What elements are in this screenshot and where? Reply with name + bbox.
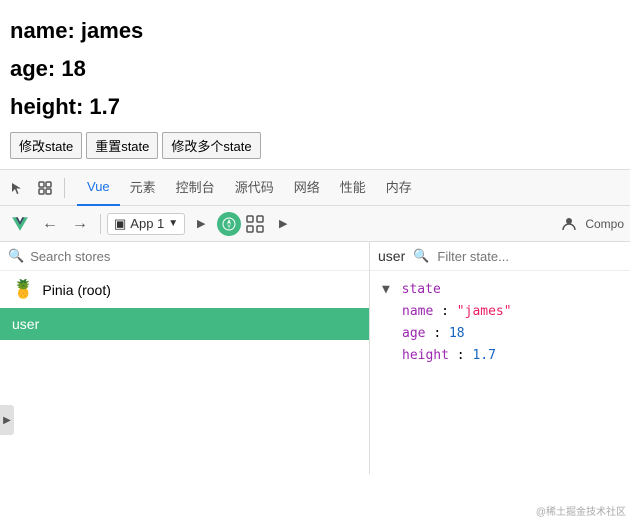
tab-network[interactable]: 网络 bbox=[284, 170, 330, 206]
app-selector[interactable]: ▣ App 1 ▼ bbox=[107, 213, 185, 235]
name-row: name : "james" bbox=[382, 301, 618, 323]
reset-state-button[interactable]: 重置state bbox=[86, 132, 158, 159]
watermark: @稀土掘金技术社区 bbox=[536, 503, 626, 518]
pinia-root-label: Pinia (root) bbox=[42, 282, 110, 298]
main-panel: 🔍 🍍 Pinia (root) user user 🔍 bbox=[0, 242, 630, 474]
compo-label[interactable]: Compo bbox=[585, 217, 624, 231]
cursor-icon[interactable] bbox=[4, 175, 30, 201]
search-bar: 🔍 bbox=[0, 242, 369, 271]
tab-vue[interactable]: Vue bbox=[77, 170, 120, 206]
person-icon[interactable] bbox=[555, 210, 583, 238]
tab-console[interactable]: 控制台 bbox=[166, 170, 225, 206]
name-value: "james" bbox=[457, 304, 512, 319]
search-stores-input[interactable] bbox=[30, 249, 361, 264]
colon-2: : bbox=[433, 326, 449, 341]
colon-1: : bbox=[441, 304, 457, 319]
top-content: name: james age: 18 height: 1.7 修改state … bbox=[0, 0, 630, 169]
toolbar-divider bbox=[100, 214, 101, 234]
right-panel: user 🔍 ▼ state name : "james" ag bbox=[370, 242, 630, 474]
filter-state-input[interactable] bbox=[437, 249, 613, 264]
height-key: height bbox=[402, 348, 449, 363]
toolbar-row: ← → ▣ App 1 ▼ ▶ bbox=[0, 206, 630, 242]
tab-elements[interactable]: 元素 bbox=[120, 170, 166, 206]
triangle-icon: ▼ bbox=[382, 282, 390, 297]
inspect-icon[interactable] bbox=[32, 175, 58, 201]
store-list: 🍍 Pinia (root) user bbox=[0, 271, 369, 474]
modify-multi-state-button[interactable]: 修改多个state bbox=[162, 132, 260, 159]
user-store-label: user bbox=[12, 316, 39, 332]
age-row: age : 18 bbox=[382, 323, 618, 345]
app-selector-icon: ▣ bbox=[114, 216, 126, 232]
store-name-badge: user bbox=[378, 248, 405, 264]
state-root-row: ▼ state bbox=[382, 279, 618, 301]
tab-icon-group bbox=[4, 175, 69, 201]
state-tree: ▼ state name : "james" age : 18 heig bbox=[370, 271, 630, 375]
pinia-root-item[interactable]: 🍍 Pinia (root) bbox=[0, 271, 369, 308]
user-store-item[interactable]: user bbox=[0, 308, 369, 340]
age-display: age: 18 bbox=[10, 56, 610, 82]
tab-bar: Vue 元素 控制台 源代码 网络 性能 内存 bbox=[0, 170, 630, 206]
right-header: user 🔍 bbox=[370, 242, 630, 271]
app-selector-label: App 1 bbox=[130, 216, 164, 231]
tab-sources[interactable]: 源代码 bbox=[225, 170, 284, 206]
forward-button[interactable]: → bbox=[66, 210, 94, 238]
pinia-root-icon: 🍍 bbox=[12, 279, 34, 300]
nav-right-2-icon[interactable]: ▶ bbox=[269, 210, 297, 238]
filter-icon: 🔍 bbox=[413, 248, 429, 264]
side-expand-arrow[interactable]: ▶ bbox=[0, 405, 14, 435]
pinia-icon[interactable] bbox=[243, 212, 267, 236]
left-panel: 🔍 🍍 Pinia (root) user bbox=[0, 242, 370, 474]
nav-right-icon[interactable]: ▶ bbox=[187, 210, 215, 238]
tab-performance[interactable]: 性能 bbox=[330, 170, 376, 206]
search-icon: 🔍 bbox=[8, 248, 24, 264]
name-display: name: james bbox=[10, 18, 610, 44]
colon-3: : bbox=[457, 348, 473, 363]
age-key: age bbox=[402, 326, 425, 341]
height-display: height: 1.7 bbox=[10, 94, 610, 120]
tab-memory[interactable]: 内存 bbox=[376, 170, 422, 206]
state-label: state bbox=[402, 282, 441, 297]
height-value: 1.7 bbox=[472, 348, 495, 363]
modify-state-button[interactable]: 修改state bbox=[10, 132, 82, 159]
name-key: name bbox=[402, 304, 433, 319]
buttons-row: 修改state 重置state 修改多个state bbox=[10, 132, 610, 159]
devtools-panel: Vue 元素 控制台 源代码 网络 性能 内存 bbox=[0, 169, 630, 474]
router-icon[interactable] bbox=[217, 212, 241, 236]
age-value: 18 bbox=[449, 326, 465, 341]
height-row: height : 1.7 bbox=[382, 345, 618, 367]
tab-divider bbox=[64, 178, 65, 198]
vue-logo-icon[interactable] bbox=[6, 210, 34, 238]
dropdown-icon: ▼ bbox=[168, 218, 178, 229]
back-button[interactable]: ← bbox=[36, 210, 64, 238]
